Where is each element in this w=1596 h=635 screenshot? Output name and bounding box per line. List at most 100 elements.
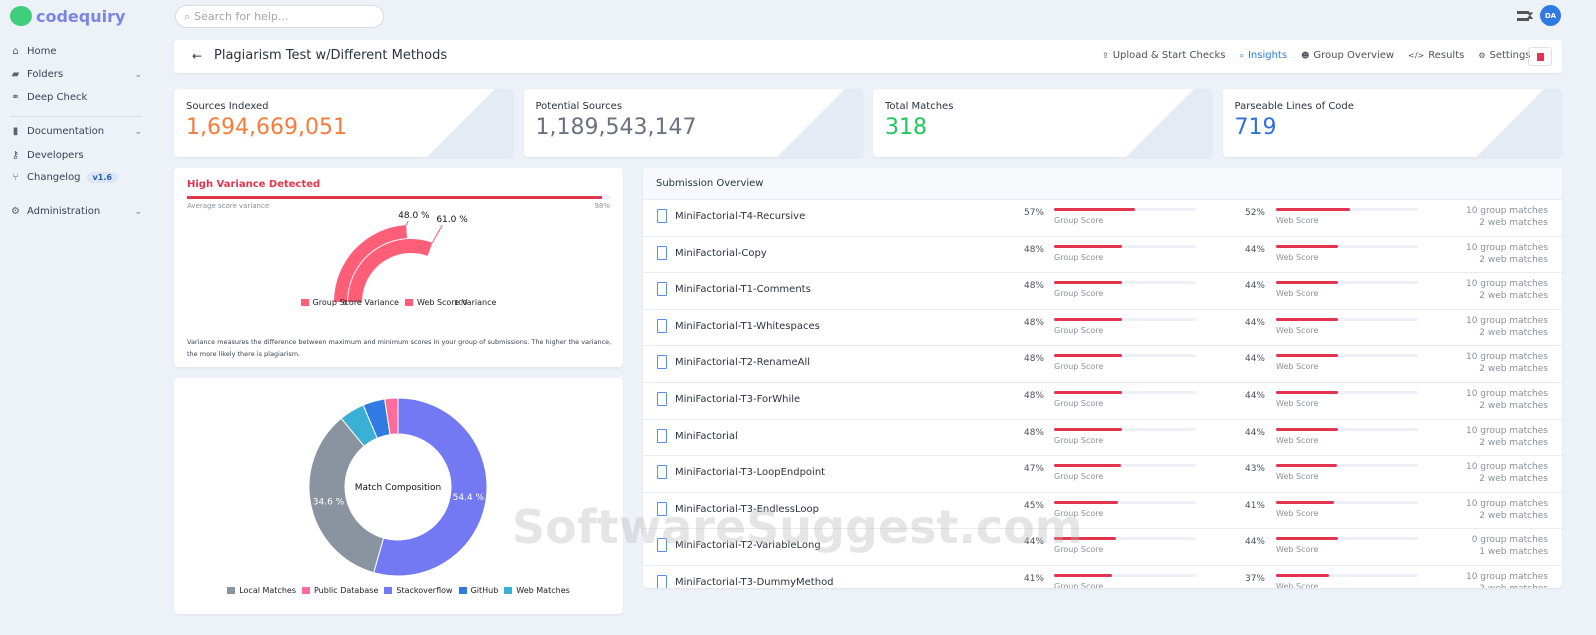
submission-row[interactable]: MiniFactorial-Copy 48% Group Score 44% Web S… xyxy=(643,235,1562,273)
sidebar-item-changelog[interactable]: ⑂ Changelog v1.6 xyxy=(10,172,142,183)
group-matches: 10 group matches xyxy=(1465,315,1548,326)
group-matches: 10 group matches xyxy=(1465,498,1548,509)
match-composition-panel: 54.4 % 34.6 % Match Composition Local Matc… xyxy=(174,378,623,614)
tab-label: Results xyxy=(1428,50,1465,61)
search-input[interactable]: ⌕ Search for help... xyxy=(175,5,384,28)
app-logo[interactable]: codequiry xyxy=(10,6,125,26)
tab-group-overview[interactable]: ☻ Group Overview xyxy=(1301,50,1394,61)
submission-row[interactable]: MiniFactorial-T2-RenameAll 48% Group Score… xyxy=(643,345,1562,382)
submission-row[interactable]: MiniFactorial-T4-Recursive 57% Group Score… xyxy=(643,199,1562,236)
legend-swatch xyxy=(458,587,467,594)
submission-name[interactable]: MiniFactorial xyxy=(675,431,738,442)
submission-name[interactable]: MiniFactorial-T2-VariableLong xyxy=(675,540,821,551)
match-counts: 10 group matches2 web matches xyxy=(1466,351,1548,375)
submission-row[interactable]: MiniFactorial-T3-ForWhile 48% Group Score 4… xyxy=(643,382,1562,419)
sidebar-item-label: Folders xyxy=(27,69,64,80)
submission-row[interactable]: MiniFactorial-T2-VariableLong 44% Group Sc… xyxy=(643,528,1562,565)
web-matches: 2 web matches xyxy=(1466,583,1548,588)
submission-row[interactable]: MiniFactorial-T1-Comments 48% Group Score 4… xyxy=(643,272,1562,309)
web-score-value: 44% xyxy=(1244,244,1265,255)
group-matches: 10 group matches xyxy=(1465,389,1548,399)
group-matches: 10 group matches xyxy=(1465,572,1548,582)
sidebar-item-documentation[interactable]: ▮ Documentation ⌄ xyxy=(10,126,142,137)
submission-row[interactable]: MiniFactorial-T3-EndlessLoop 45% Group Sco… xyxy=(643,491,1562,529)
submission-name[interactable]: MiniFactorial-T3-EndlessLoop xyxy=(675,504,819,515)
group-score-value: 48% xyxy=(1023,317,1044,328)
gears-icon: ⚙ xyxy=(1478,51,1486,60)
tab-label: Settings xyxy=(1489,50,1531,61)
submission-row[interactable]: MiniFactorial-T3-DummyMethod 41% Group Sco… xyxy=(643,565,1562,588)
submission-name[interactable]: MiniFactorial-T2-RenameAll xyxy=(675,357,810,368)
sidebar-item-home[interactable]: ⌂ Home xyxy=(10,46,142,57)
stat-label: Total Matches xyxy=(885,101,954,112)
sidebar-item-deep-check[interactable]: ⚭ Deep Check xyxy=(10,92,142,103)
sidebar-item-folders[interactable]: ▰ Folders ⌄ xyxy=(10,69,142,80)
legend-label: Public Database xyxy=(313,586,379,595)
home-icon: ⌂ xyxy=(12,46,19,57)
tab-settings[interactable]: ⚙ Settings xyxy=(1478,50,1530,61)
submission-name[interactable]: MiniFactorial-T3-LoopEndpoint xyxy=(675,467,825,478)
web-score-bar xyxy=(1276,244,1418,248)
tab-results[interactable]: </> Results xyxy=(1408,50,1464,61)
group-score-value: 47% xyxy=(1023,464,1044,475)
web-score-label: Web Score xyxy=(1276,545,1319,555)
tab-upload-start-checks[interactable]: ⇪ Upload & Start Checks xyxy=(1102,50,1225,61)
web-score-bar xyxy=(1276,317,1418,321)
web-score-label: Web Score xyxy=(1276,362,1319,372)
legend-item[interactable]: Stackoverflow xyxy=(384,586,453,595)
legend-item[interactable]: Web Score Variance xyxy=(404,298,497,307)
legend-swatch xyxy=(301,587,310,594)
group-score-value: 45% xyxy=(1023,500,1044,511)
server-icon[interactable] xyxy=(1517,11,1529,21)
web-score-value: 44% xyxy=(1244,281,1265,292)
legend-item[interactable]: GitHub xyxy=(458,586,498,595)
web-score-label: Web Score xyxy=(1276,289,1319,299)
submission-row[interactable]: MiniFactorial 48% Group Score 44% Web Score 1… xyxy=(643,418,1562,456)
page-header: ← Plagiarism Test w/Different Methods ⇪ U… xyxy=(174,40,1562,73)
submission-name[interactable]: MiniFactorial-T1-Comments xyxy=(675,284,811,295)
web-matches: 2 web matches xyxy=(1479,474,1548,485)
sidebar-item-administration[interactable]: ⚙ Administration ⌄ xyxy=(10,206,142,217)
file-icon xyxy=(657,245,667,260)
back-arrow-icon[interactable]: ← xyxy=(192,49,202,63)
upload-icon: ⇪ xyxy=(1102,51,1109,60)
submission-name[interactable]: MiniFactorial-T4-Recursive xyxy=(675,211,805,222)
tab-insights[interactable]: ⌕ Insights xyxy=(1239,50,1287,61)
legend-swatch xyxy=(384,587,393,594)
sidebar-item-developers[interactable]: ⚷ Developers xyxy=(10,150,142,161)
delete-button[interactable] xyxy=(1528,47,1552,66)
group-score-bar xyxy=(1054,427,1196,431)
legend-label: Web Score Variance xyxy=(416,298,497,307)
match-counts: 0 group matches 1 web matches xyxy=(1472,534,1548,558)
submission-row[interactable]: MiniFactorial-T1-Whitespaces 48% Group Sco… xyxy=(643,308,1562,346)
chevron-down-icon[interactable]: ⌄ xyxy=(134,127,142,137)
submission-name[interactable]: MiniFactorial-T1-Whitespaces xyxy=(675,321,820,332)
web-score-bar xyxy=(1276,281,1418,285)
legend-item[interactable]: Group Score Variance xyxy=(300,298,399,307)
page-title: Plagiarism Test w/Different Methods xyxy=(214,48,448,63)
web-score-label: Web Score xyxy=(1276,216,1319,225)
stat-card: Total Matches 318 xyxy=(873,89,1212,157)
web-score-bar xyxy=(1276,391,1418,394)
legend-item[interactable]: Web Matches xyxy=(504,586,570,595)
chevron-down-icon[interactable]: ⌄ xyxy=(134,70,142,80)
match-counts: 10 group matches2 web matches xyxy=(1466,571,1548,588)
group-score-bar xyxy=(1054,354,1196,358)
branch-icon: ⑂ xyxy=(12,172,19,183)
donut-slice-local-matches[interactable] xyxy=(308,417,385,574)
group-matches: 10 group matches xyxy=(1465,425,1548,436)
sidebar-item-label: Changelog xyxy=(27,172,81,183)
group-score-bar xyxy=(1054,317,1196,321)
submission-name[interactable]: MiniFactorial-T3-DummyMethod xyxy=(675,577,834,588)
legend-item[interactable]: Local Matches xyxy=(227,586,296,595)
radial-data-label: 61.0 % xyxy=(436,215,468,225)
radial-label-line xyxy=(431,224,443,243)
submission-name[interactable]: MiniFactorial-Copy xyxy=(675,248,767,259)
submission-row[interactable]: MiniFactorial-T3-LoopEndpoint 47% Group Sc… xyxy=(643,455,1562,492)
stat-value: 1,189,543,147 xyxy=(535,115,697,140)
chevron-down-icon[interactable]: ⌄ xyxy=(134,207,142,217)
user-avatar[interactable]: DA xyxy=(1540,5,1561,26)
web-score-value: 44% xyxy=(1244,317,1265,328)
legend-item[interactable]: Public Database xyxy=(301,586,379,595)
submission-name[interactable]: MiniFactorial-T3-ForWhile xyxy=(675,394,800,405)
